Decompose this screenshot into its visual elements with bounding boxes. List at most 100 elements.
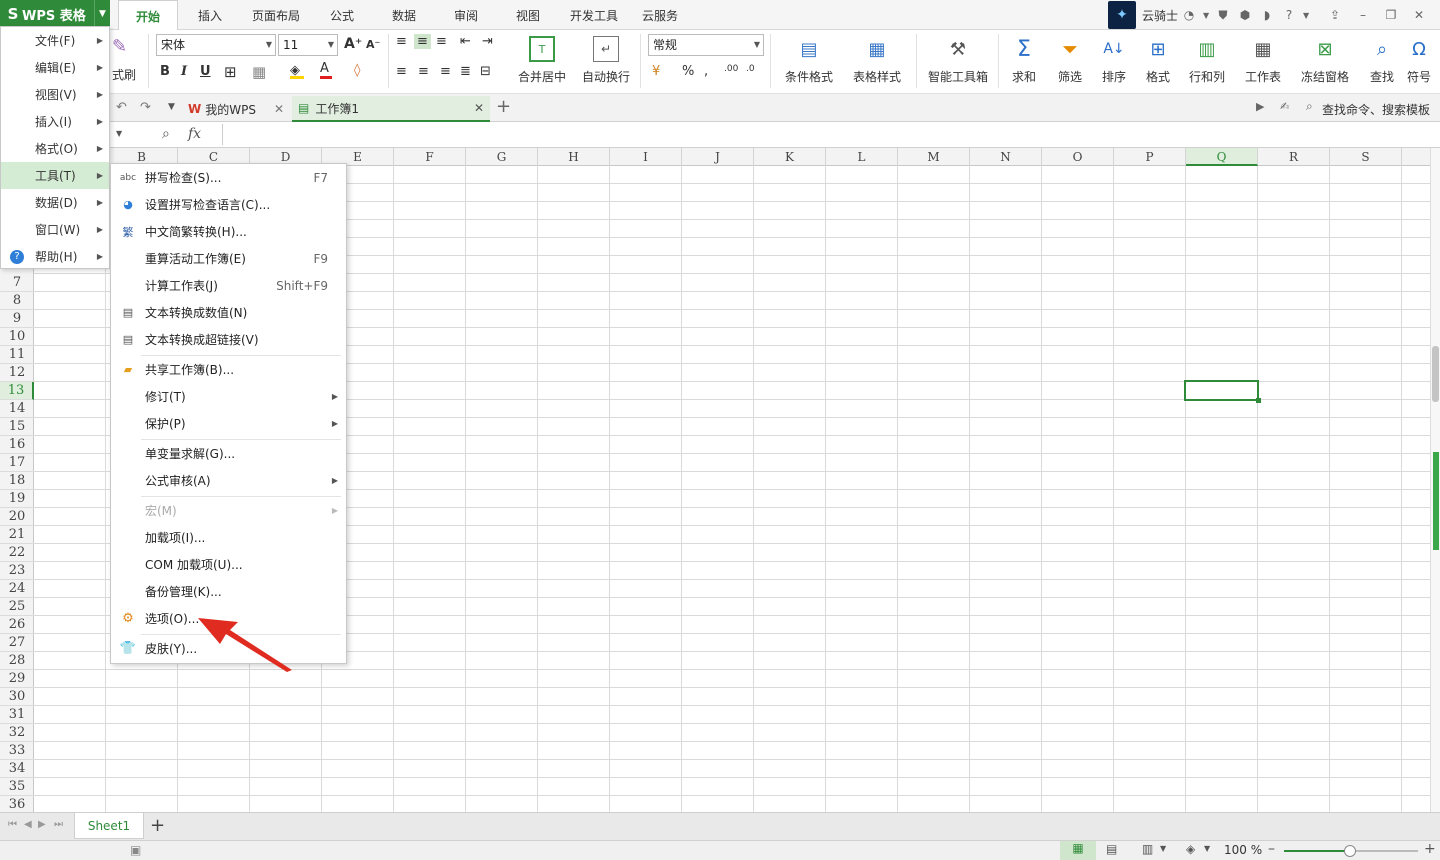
menu-item-backup[interactable]: 备份管理(K)... bbox=[111, 578, 346, 605]
format-painter-label[interactable]: 式刷 bbox=[112, 66, 136, 83]
sort-button[interactable]: A↓ 排序 bbox=[1094, 30, 1134, 94]
chevron-down-icon[interactable]: ▼ bbox=[1160, 844, 1166, 853]
menu-item-goal-seek[interactable]: 单变量求解(G)... bbox=[111, 440, 346, 467]
column-header[interactable]: J bbox=[682, 148, 754, 166]
column-header[interactable]: G bbox=[466, 148, 538, 166]
check-shield-icon[interactable]: ⛊ bbox=[1212, 8, 1234, 23]
row-header[interactable]: 17 bbox=[0, 454, 34, 472]
menu-item-format[interactable]: 格式(O) ▶ bbox=[1, 135, 109, 162]
next-sheet-icon[interactable]: ▶ bbox=[38, 819, 46, 830]
tab-formula[interactable]: 公式 bbox=[318, 0, 366, 30]
eye-protect-icon[interactable]: ◈ bbox=[1186, 842, 1195, 856]
italic-icon[interactable]: I bbox=[181, 64, 187, 79]
help-icon[interactable]: ? bbox=[1278, 8, 1300, 22]
align-bottom-icon[interactable]: ≡ bbox=[436, 34, 447, 49]
chevron-down-icon[interactable]: ▼ bbox=[1200, 11, 1212, 20]
fill-pattern-icon[interactable]: ▦ bbox=[252, 63, 266, 81]
vertical-scrollbar[interactable] bbox=[1430, 148, 1440, 812]
row-header[interactable]: 18 bbox=[0, 472, 34, 490]
clear-format-icon[interactable]: ◊ bbox=[354, 63, 360, 78]
column-header[interactable]: F bbox=[394, 148, 466, 166]
tab-view[interactable]: 视图 bbox=[504, 0, 552, 30]
row-header[interactable]: 32 bbox=[0, 724, 34, 742]
cube-icon[interactable]: ⬢ bbox=[1234, 8, 1256, 22]
menu-item-addins[interactable]: 加载项(I)... bbox=[111, 524, 346, 551]
restore-icon[interactable]: ❐ bbox=[1380, 8, 1402, 22]
align-center-icon[interactable]: ≡ bbox=[418, 64, 429, 79]
row-header[interactable]: 33 bbox=[0, 742, 34, 760]
zoom-formula-icon[interactable]: ⌕ bbox=[162, 126, 170, 142]
thousands-icon[interactable]: , bbox=[704, 64, 708, 79]
filter-button[interactable]: ⏷ 筛选 bbox=[1050, 30, 1090, 94]
column-header[interactable]: R bbox=[1258, 148, 1330, 166]
menu-item-calc-sheet[interactable]: 计算工作表(J) Shift+F9 bbox=[111, 272, 346, 299]
column-header[interactable]: M bbox=[898, 148, 970, 166]
format-button[interactable]: ⊞ 格式 bbox=[1138, 30, 1178, 94]
user-name[interactable]: 云骑士 bbox=[1142, 7, 1178, 24]
chevron-down-icon[interactable]: ▼ bbox=[116, 129, 122, 138]
currency-icon[interactable]: ¥ bbox=[652, 64, 660, 79]
close-icon[interactable]: ✕ bbox=[1408, 8, 1430, 22]
row-header[interactable]: 30 bbox=[0, 688, 34, 706]
redo-icon[interactable]: ↷ bbox=[140, 100, 151, 115]
smart-toolbox-button[interactable]: ⚒ 智能工具箱 bbox=[924, 30, 992, 94]
tab-data[interactable]: 数据 bbox=[380, 0, 428, 30]
menu-item-help[interactable]: ? 帮助(H) ▶ bbox=[1, 243, 109, 270]
indent-decrease-icon[interactable]: ⇤ bbox=[460, 34, 471, 49]
worksheet-button[interactable]: ▦ 工作表 bbox=[1238, 30, 1288, 94]
row-header[interactable]: 16 bbox=[0, 436, 34, 454]
menu-item-revision[interactable]: 修订(T) ▶ bbox=[111, 383, 346, 410]
tab-workbook[interactable]: ▤ 工作簿1 ✕ bbox=[292, 96, 490, 122]
row-header[interactable]: 27 bbox=[0, 634, 34, 652]
macro-record-icon[interactable]: ▣ bbox=[130, 843, 141, 857]
row-header[interactable]: 28 bbox=[0, 652, 34, 670]
menu-item-spell-language[interactable]: ◕ 设置拼写检查语言(C)... bbox=[111, 191, 346, 218]
menu-item-tools[interactable]: 工具(T) ▶ bbox=[1, 162, 109, 189]
close-icon[interactable]: ✕ bbox=[474, 101, 484, 115]
close-icon[interactable]: ✕ bbox=[274, 102, 284, 116]
column-header[interactable]: P bbox=[1114, 148, 1186, 166]
align-left-icon[interactable]: ≡ bbox=[396, 64, 407, 79]
column-header[interactable]: N bbox=[970, 148, 1042, 166]
find-button[interactable]: ⌕ 查找 bbox=[1362, 30, 1402, 94]
gift-icon[interactable]: ◔ bbox=[1178, 8, 1200, 22]
sum-button[interactable]: Σ 求和 bbox=[1004, 30, 1044, 94]
fill-color-icon[interactable]: ◈ bbox=[290, 63, 304, 79]
normal-view-icon[interactable]: ▦ bbox=[1060, 841, 1096, 860]
format-painter-icon[interactable]: ✎ bbox=[112, 36, 136, 58]
tab-developer[interactable]: 开发工具 bbox=[562, 0, 626, 30]
zoom-in-icon[interactable]: + bbox=[1424, 841, 1436, 857]
row-header[interactable]: 19 bbox=[0, 490, 34, 508]
zoom-slider-thumb[interactable] bbox=[1344, 845, 1356, 857]
side-panel-handle[interactable] bbox=[1433, 452, 1439, 550]
indent-increase-icon[interactable]: ⇥ bbox=[482, 34, 493, 49]
zoom-level[interactable]: 100 % bbox=[1224, 843, 1262, 857]
tab-cloud[interactable]: 云服务 bbox=[636, 0, 684, 30]
first-sheet-icon[interactable]: ⏮ bbox=[8, 819, 17, 830]
align-top-icon[interactable]: ≡ bbox=[396, 34, 407, 49]
row-header[interactable]: 10 bbox=[0, 328, 34, 346]
tab-home[interactable]: 开始 bbox=[118, 0, 178, 31]
font-name-select[interactable]: 宋体 ▼ bbox=[156, 34, 276, 56]
align-right-icon[interactable]: ≡ bbox=[440, 64, 451, 79]
pen-icon[interactable]: ✍ bbox=[1280, 100, 1289, 113]
row-header[interactable]: 23 bbox=[0, 562, 34, 580]
border-icon[interactable]: ⊞ bbox=[224, 63, 237, 81]
column-header[interactable]: I bbox=[610, 148, 682, 166]
row-header[interactable]: 22 bbox=[0, 544, 34, 562]
row-header[interactable]: 7 bbox=[0, 274, 34, 292]
avatar[interactable]: ✦ bbox=[1108, 1, 1136, 29]
present-icon[interactable]: ▶ bbox=[1256, 100, 1264, 113]
minimize-icon[interactable]: – bbox=[1352, 8, 1374, 22]
row-header[interactable]: 12 bbox=[0, 364, 34, 382]
decrease-font-icon[interactable]: A⁻ bbox=[366, 38, 380, 51]
column-header[interactable]: H bbox=[538, 148, 610, 166]
distribute-icon[interactable]: ⊟ bbox=[480, 64, 491, 79]
menu-item-share-workbook[interactable]: ▰ 共享工作簿(B)... bbox=[111, 356, 346, 383]
bold-icon[interactable]: B bbox=[160, 64, 170, 79]
freeze-panes-button[interactable]: ⊠ 冻结窗格 bbox=[1294, 30, 1356, 94]
page-break-view-icon[interactable]: ▤ bbox=[1106, 842, 1117, 856]
tab-page-layout[interactable]: 页面布局 bbox=[244, 0, 308, 30]
add-sheet-icon[interactable]: + bbox=[150, 815, 165, 836]
sheet-tab[interactable]: Sheet1 bbox=[74, 813, 144, 839]
